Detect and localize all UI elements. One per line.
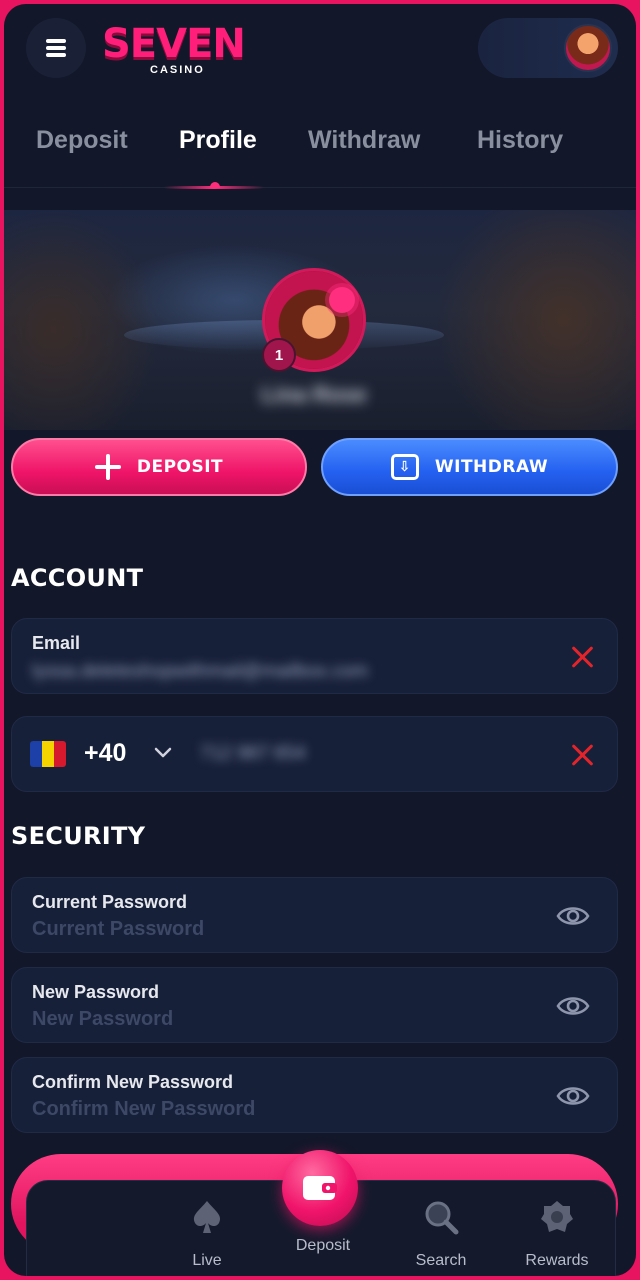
header: SEVEN CASINO [4,4,636,99]
tab-deposit[interactable]: Deposit [36,126,128,155]
eye-icon[interactable] [555,990,591,1022]
chevron-down-icon[interactable] [152,741,174,763]
spade-icon [193,1201,221,1233]
security-section-title: SECURITY [11,822,146,850]
clear-email-icon[interactable] [571,645,595,669]
phone-field[interactable]: +40 712 987 654 [11,716,618,792]
nav-label-deposit[interactable]: Deposit [273,1237,373,1255]
rewards-icon [541,1201,573,1232]
eye-icon[interactable] [555,900,591,932]
avatar [564,24,612,72]
dial-code[interactable]: +40 [84,739,126,768]
new-password-field[interactable]: New Password New Password [11,967,618,1043]
romania-flag-icon [30,741,66,767]
deposit-button-label: DEPOSIT [136,457,224,477]
nav-label-rewards: Rewards [525,1252,589,1269]
user-menu[interactable] [478,18,618,78]
active-tab-dot [210,182,220,188]
withdraw-icon: ⇩ [390,454,419,480]
withdraw-button-label: WITHDRAW [434,457,549,477]
tab-history[interactable]: History [477,126,563,155]
wallet-icon [303,1176,337,1200]
email-value[interactable]: lyssa.deleteshopwithmail@mailbox.com [32,661,368,683]
tab-profile[interactable]: Profile [179,126,257,155]
confirm-password-input[interactable]: Confirm New Password [32,1098,255,1121]
current-password-label: Current Password [32,892,188,912]
menu-button[interactable] [26,18,86,78]
deposit-button[interactable]: DEPOSIT [11,438,307,496]
app-frame: SEVEN CASINO Deposit Profile Withdraw Hi… [4,4,636,1276]
flower-icon [329,287,355,313]
email-label: Email [32,633,81,653]
new-password-input[interactable]: New Password [32,1008,173,1031]
confirm-password-field[interactable]: Confirm New Password Confirm New Passwor… [11,1057,618,1133]
nav-item-rewards[interactable]: Rewards [507,1197,607,1270]
account-section-title: ACCOUNT [11,564,144,592]
nav-item-live[interactable]: Live [157,1197,257,1270]
level-badge: 1 [262,338,296,372]
logo[interactable]: SEVEN CASINO [102,22,262,82]
withdraw-button[interactable]: ⇩ WITHDRAW [321,438,618,496]
confirm-password-label: Confirm New Password [32,1072,234,1092]
nav-label-search: Search [415,1252,467,1269]
clear-phone-icon[interactable] [571,743,595,767]
eye-icon[interactable] [555,1080,591,1112]
nav-item-deposit[interactable] [282,1150,358,1226]
phone-value[interactable]: 712 987 654 [200,743,306,765]
tab-withdraw[interactable]: Withdraw [308,126,420,155]
profile-tabs: Deposit Profile Withdraw History [4,108,636,189]
logo-text: SEVEN [102,21,246,67]
current-password-field[interactable]: Current Password Current Password [11,877,618,953]
hamburger-menu-icon [46,39,66,57]
profile-hero: 1 Lina Rose [4,210,636,430]
current-password-input[interactable]: Current Password [32,918,204,941]
new-password-label: New Password [32,982,160,1002]
nav-item-search[interactable]: Search [391,1197,491,1270]
plus-icon [94,454,121,480]
username: Lina Rose [261,382,367,407]
logo-subtext: CASINO [150,64,205,76]
email-field[interactable]: Email lyssa.deleteshopwithmail@mailbox.c… [11,618,618,694]
nav-label-live: Live [192,1252,222,1269]
search-icon [425,1201,459,1235]
